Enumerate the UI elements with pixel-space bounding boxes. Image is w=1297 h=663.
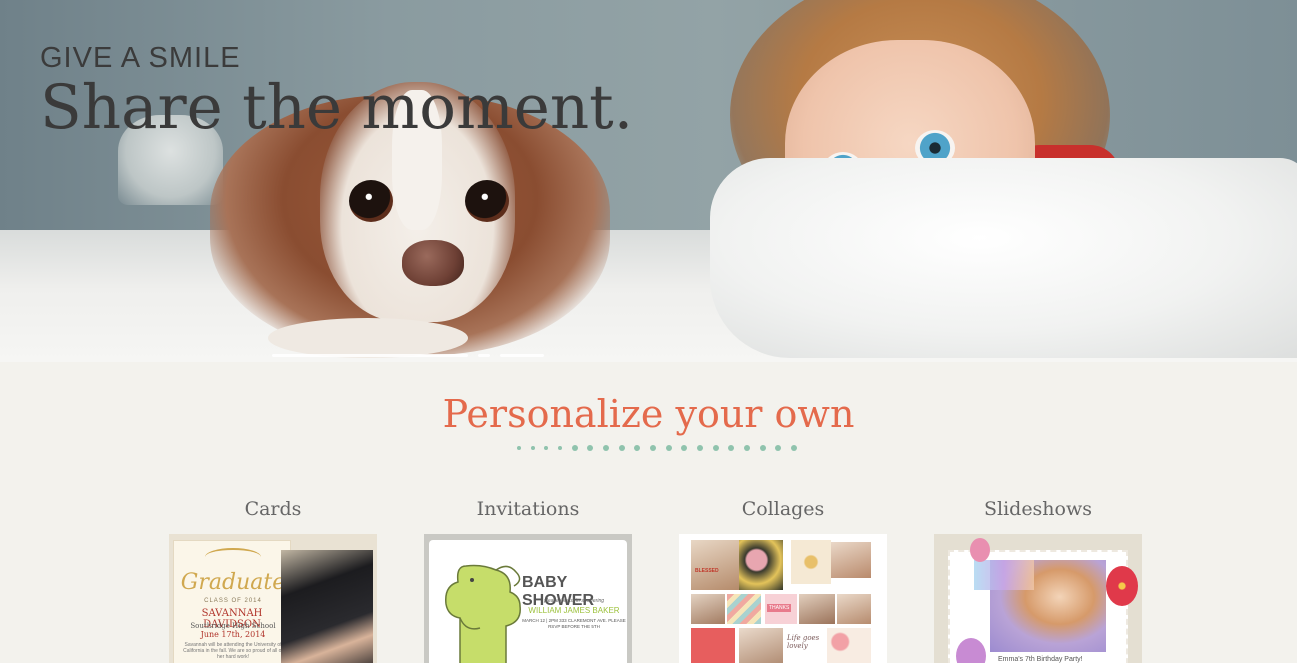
invitation-subtitle: please join us in showering <box>543 598 605 604</box>
slider-indicator-1[interactable] <box>272 354 468 357</box>
collage-photo <box>691 594 725 624</box>
card-date: June 17th, 2014 <box>200 630 266 639</box>
slider-indicator-2[interactable] <box>478 354 490 357</box>
invitations-thumbnail[interactable]: BABY SHOWER please join us in showering … <box>424 534 632 663</box>
card-school: Southridge High School <box>190 622 276 630</box>
collage-photo <box>739 540 783 590</box>
product-cards[interactable]: Cards Graduate CLASS OF 2014 SAVANNAH DA… <box>169 498 377 663</box>
collage-photo <box>791 540 831 584</box>
slideshow-bunting <box>974 560 1034 590</box>
collage-script-text: Life goes lovely <box>787 634 820 650</box>
collage-photo <box>831 542 871 578</box>
collage-photo <box>739 628 783 663</box>
invitation-title: BABY SHOWER <box>522 574 594 609</box>
card-class-line: CLASS OF 2014 <box>204 598 262 604</box>
collage-label-blessed: BLESSED <box>695 568 719 574</box>
product-label-invitations[interactable]: Invitations <box>424 498 632 534</box>
collage-photo <box>691 540 739 590</box>
product-label-cards[interactable]: Cards <box>169 498 377 534</box>
card-heading: Graduate <box>180 570 286 595</box>
slideshows-thumbnail[interactable]: Emma's 7th Birthday Party! <box>934 534 1142 663</box>
collage-photo <box>799 594 835 624</box>
elephant-icon <box>445 564 521 663</box>
product-invitations[interactable]: Invitations BABY SHOWER please join us i… <box>424 498 632 663</box>
slider-indicator-3[interactable] <box>500 354 544 357</box>
personalize-title: Personalize your own <box>442 392 855 436</box>
balloon-icon <box>970 538 990 562</box>
product-slideshows[interactable]: Slideshows Emma's 7th Birthday Party! <box>934 498 1142 663</box>
hero-pillow <box>710 158 1297 358</box>
card-photo <box>281 550 373 663</box>
hero-dog-paw <box>268 318 468 358</box>
collages-thumbnail[interactable]: BLESSED THANKS Life goes lovely <box>679 534 887 663</box>
flourish-icon <box>205 548 261 566</box>
dotted-divider <box>517 443 797 453</box>
hero-dog-eye-left <box>349 180 393 222</box>
invitation-address: MARCH 12 | 2PM 333 CLAREMONT AVE. PLEASE… <box>522 618 626 629</box>
collage-floral-tile <box>827 628 871 663</box>
hero-headline: Share the moment. <box>40 72 634 143</box>
invitation-name: WILLIAM JAMES BAKER <box>528 606 620 615</box>
product-collages[interactable]: Collages BLESSED THANKS Life goes lovely <box>679 498 887 663</box>
hero-banner[interactable]: GIVE A SMILE Share the moment. <box>0 0 1297 362</box>
cards-thumbnail[interactable]: Graduate CLASS OF 2014 SAVANNAH DAVIDSON… <box>169 534 377 663</box>
hero-slider-indicators[interactable] <box>272 354 562 358</box>
hero-eyebrow: GIVE A SMILE <box>40 42 241 74</box>
hero-dog-eye-right <box>465 180 509 222</box>
card-fine-print: Savannah will be attending the Universit… <box>183 642 283 660</box>
slideshow-caption: Emma's 7th Birthday Party! <box>998 656 1083 663</box>
collage-pink-tile <box>691 628 735 663</box>
product-label-collages[interactable]: Collages <box>679 498 887 534</box>
collage-photo <box>837 594 871 624</box>
product-label-slideshows[interactable]: Slideshows <box>934 498 1142 534</box>
hero-dog-nose <box>402 240 464 286</box>
collage-label-thanks: THANKS <box>767 604 792 612</box>
balloon-icon <box>1106 566 1138 606</box>
collage-photo <box>727 594 761 624</box>
